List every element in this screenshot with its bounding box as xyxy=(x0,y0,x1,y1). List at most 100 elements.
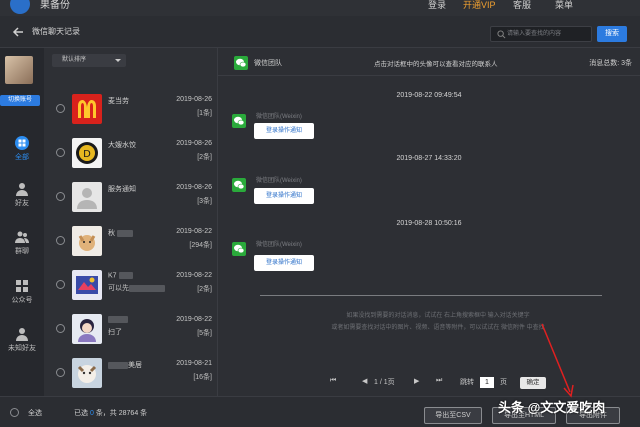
back-arrow-icon[interactable] xyxy=(12,26,24,38)
page-title: 微信聊天记录 xyxy=(32,27,80,36)
select-radio[interactable] xyxy=(56,368,65,377)
message-bubble[interactable]: 登录操作通知 xyxy=(254,255,314,271)
page-unit: 页 xyxy=(500,379,507,386)
contact-name: 服务通知 xyxy=(108,186,136,193)
select-radio[interactable] xyxy=(56,104,65,113)
select-radio[interactable] xyxy=(56,192,65,201)
contact-count: [16条] xyxy=(193,374,212,381)
contact-list: 默认排序 麦当劳 2019-08-26 [1条] D 大嫂水饺 2019-08-… xyxy=(44,48,218,396)
jump-label: 跳转 xyxy=(460,379,474,386)
service-notice-avatar xyxy=(72,182,102,212)
select-radio[interactable] xyxy=(56,148,65,157)
group-icon xyxy=(15,231,29,243)
mcdonalds-avatar xyxy=(72,94,102,124)
message-sender: 微信团队(Weixin) xyxy=(256,178,302,184)
app-name: 果备份 xyxy=(40,0,70,11)
contact-name: K7 xyxy=(108,272,133,279)
message-bubble[interactable]: 登录操作通知 xyxy=(254,123,314,139)
search-tip: 如果没找到需要的对话消息，试试在 右上角搜索框中 输入对话关键字 xyxy=(346,313,530,319)
nav-friends-label: 好友 xyxy=(15,200,29,207)
nav-all-label: 全部 xyxy=(15,154,29,161)
user-icon xyxy=(16,183,28,196)
nav-groups[interactable]: 群聊 xyxy=(0,230,44,256)
grid-icon xyxy=(15,136,29,150)
avatar[interactable] xyxy=(5,56,33,84)
chevron-down-icon xyxy=(115,59,121,62)
svg-text:D: D xyxy=(83,149,91,160)
nav-unknown[interactable]: 未知好友 xyxy=(0,327,44,353)
switch-account-button[interactable]: 切换账号 xyxy=(0,95,40,106)
contact-date: 2019-08-21 xyxy=(176,360,212,367)
nav-groups-label: 群聊 xyxy=(15,248,29,255)
select-radio[interactable] xyxy=(56,280,65,289)
message-sender: 微信团队(Weixin) xyxy=(256,242,302,248)
vip-link[interactable]: 开通VIP xyxy=(463,0,496,11)
message-timestamp: 2019-08-28 10:50:16 xyxy=(396,220,462,227)
contact-date: 2019-08-22 xyxy=(176,272,212,279)
contact-date: 2019-08-22 xyxy=(176,316,212,323)
search-button[interactable]: 搜索 xyxy=(597,26,627,42)
first-page-icon[interactable]: ⏮ xyxy=(330,377,336,385)
wechat-icon[interactable] xyxy=(232,178,246,192)
blurred-text xyxy=(116,229,133,237)
contact-count: [1条] xyxy=(197,110,212,117)
message-timestamp: 2019-08-27 14:33:20 xyxy=(396,155,462,162)
menu-link[interactable]: 菜单 xyxy=(555,0,573,11)
select-all-label[interactable]: 全选 xyxy=(28,408,42,418)
colorful-avatar xyxy=(72,270,102,300)
contact-count: [294条] xyxy=(189,242,212,249)
unknown-user-icon xyxy=(16,328,28,341)
wechat-icon[interactable] xyxy=(232,242,246,256)
page-input[interactable]: 1 xyxy=(480,377,494,388)
service-link[interactable]: 客服 xyxy=(513,0,531,11)
nav-friends[interactable]: 好友 xyxy=(0,182,44,208)
contact-date: 2019-08-26 xyxy=(176,96,212,103)
select-all-radio[interactable] xyxy=(10,408,19,417)
next-page-icon[interactable]: ▶ xyxy=(414,377,419,385)
app-logo xyxy=(10,0,30,14)
blurred-text xyxy=(129,284,165,292)
dumpling-avatar: D xyxy=(72,138,102,168)
search-icon xyxy=(497,30,506,39)
login-link[interactable]: 登录 xyxy=(428,0,446,11)
blurred-text xyxy=(118,272,133,279)
export-csv-button[interactable]: 导出至CSV xyxy=(424,407,482,424)
list-item[interactable]: 麦当劳 2019-08-26 [1条] xyxy=(44,88,218,130)
nav-all[interactable]: 全部 xyxy=(0,136,44,162)
contact-name: 大嫂水饺 xyxy=(108,142,136,149)
contact-count: [3条] xyxy=(197,198,212,205)
list-item[interactable]: 服务通知 2019-08-26 [3条] xyxy=(44,176,218,218)
list-item[interactable]: K7 可以先 2019-08-22 [2条] xyxy=(44,264,218,306)
wechat-icon[interactable] xyxy=(232,114,246,128)
selection-status: 已选 0 条，共 28764 条 xyxy=(74,410,148,417)
chat-hint: 点击对话框中的头像可以查看对应的联系人 xyxy=(374,61,498,68)
apps-icon xyxy=(16,280,28,292)
list-item[interactable]: 秋 2019-08-22 [294条] xyxy=(44,220,218,262)
message-sender: 微信团队(Weixin) xyxy=(256,114,302,120)
list-item[interactable]: 美居 2019-08-21 [16条] xyxy=(44,352,218,394)
search-input[interactable] xyxy=(507,28,591,40)
message-bubble[interactable]: 登录操作通知 xyxy=(254,188,314,204)
contact-date: 2019-08-26 xyxy=(176,184,212,191)
contact-date: 2019-08-22 xyxy=(176,228,212,235)
select-radio[interactable] xyxy=(56,236,65,245)
contact-name: 美居 xyxy=(108,360,142,370)
list-item[interactable]: D 大嫂水饺 2019-08-26 [2条] xyxy=(44,132,218,174)
select-radio[interactable] xyxy=(56,324,65,333)
pet-avatar xyxy=(72,358,102,388)
nav-official[interactable]: 公众号 xyxy=(0,279,44,305)
dog-avatar xyxy=(72,226,102,256)
chat-header: 微信团队 点击对话框中的头像可以查看对应的联系人 消息总数: 3条 xyxy=(218,48,640,76)
wechat-icon xyxy=(234,56,248,70)
nav-official-label: 公众号 xyxy=(11,297,33,304)
contact-count: [5条] xyxy=(197,330,212,337)
list-item[interactable]: 扫了 2019-08-22 [5条] xyxy=(44,308,218,350)
contact-count: [2条] xyxy=(197,286,212,293)
prev-page-icon[interactable]: ◀ xyxy=(362,377,367,385)
last-page-icon[interactable]: ⏭ xyxy=(436,377,442,385)
page-header: 微信聊天记录 搜索 xyxy=(0,16,640,48)
message-total: 消息总数: 3条 xyxy=(589,60,632,67)
page-indicator: 1 / 1页 xyxy=(374,379,395,386)
sort-dropdown[interactable]: 默认排序 xyxy=(52,54,126,67)
divider xyxy=(260,295,602,296)
